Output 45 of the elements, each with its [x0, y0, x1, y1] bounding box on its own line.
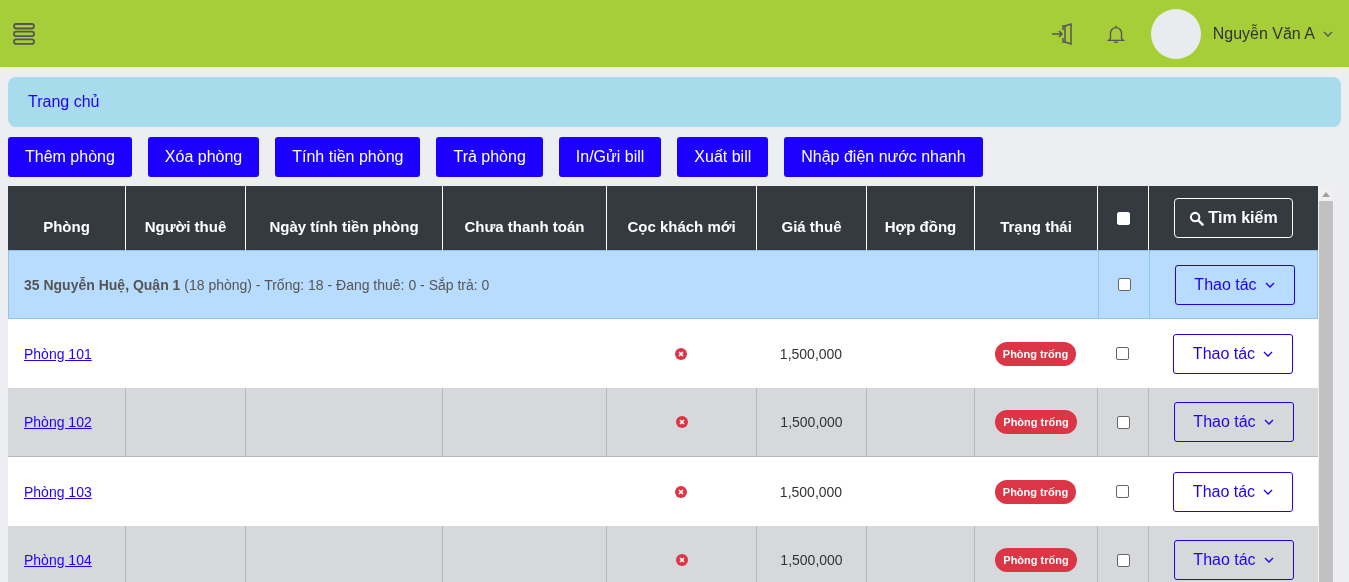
action-button[interactable]: Thêm phòng: [8, 137, 132, 177]
column-header: Phòng: [42, 216, 91, 237]
action-button[interactable]: Trả phòng: [436, 137, 543, 177]
price-text: 1,500,000: [779, 483, 843, 500]
actions-dropdown[interactable]: Thao tác: [1173, 471, 1293, 512]
status-badge: Phòng trống: [994, 479, 1077, 504]
caret-icon[interactable]: [1323, 30, 1333, 37]
actions-dropdown[interactable]: Thao tác: [1173, 333, 1293, 374]
row-checkbox[interactable]: [1116, 347, 1129, 360]
logout-icon[interactable]: [1050, 21, 1075, 46]
caret-icon: [1263, 350, 1274, 357]
caret-icon: [1263, 488, 1274, 495]
room-link[interactable]: Phòng 102: [24, 414, 92, 430]
caret-icon: [1263, 419, 1274, 425]
price-text: 1,500,000: [780, 414, 843, 430]
actions-dropdown[interactable]: Thao tác: [1173, 402, 1294, 442]
price-text: 1,500,000: [780, 552, 843, 568]
action-button[interactable]: Tính tiền phòng: [275, 137, 421, 177]
room-link[interactable]: Phòng 103: [24, 483, 92, 500]
row-checkbox[interactable]: [1116, 485, 1129, 498]
menu-icon[interactable]: [12, 21, 36, 46]
caret-icon: [1263, 557, 1274, 563]
scrollbar[interactable]: [1318, 186, 1334, 582]
action-button[interactable]: Nhập điện nước nhanh: [784, 137, 983, 177]
action-button[interactable]: Xóa phòng: [147, 137, 260, 177]
room-link[interactable]: Phòng 104: [24, 552, 92, 568]
status-badge: Phòng trống: [995, 548, 1077, 572]
actions-dropdown[interactable]: Thao tác: [1173, 540, 1294, 580]
select-all-checkbox[interactable]: [1116, 211, 1130, 225]
caret-icon: [1264, 281, 1275, 288]
row-checkbox[interactable]: [1116, 553, 1130, 567]
row-checkbox[interactable]: [1117, 278, 1131, 291]
status-badge: Phòng trống: [994, 341, 1077, 366]
action-button[interactable]: In/Gửi bill: [558, 137, 662, 177]
room-link[interactable]: Phòng 101: [24, 345, 92, 362]
user-name[interactable]: Nguyễn Văn A: [1212, 24, 1315, 43]
price-text: 1,500,000: [779, 345, 843, 362]
status-badge: Phòng trống: [995, 410, 1077, 434]
search-icon: [1189, 210, 1205, 226]
action-button[interactable]: Xuất bill: [677, 137, 769, 177]
search-button[interactable]: Tìm kiếm: [1174, 198, 1293, 238]
group-summary: 35 Nguyễn Huệ, Quận 1 (18 phòng) - Trống: 18 - Đang thuê: 0 - Sắp trả: 0: [23, 275, 491, 295]
row-checkbox[interactable]: [1116, 415, 1130, 429]
actions-dropdown[interactable]: Thao tác: [1174, 264, 1295, 305]
breadcrumb-link[interactable]: Trang chủ: [28, 93, 100, 111]
